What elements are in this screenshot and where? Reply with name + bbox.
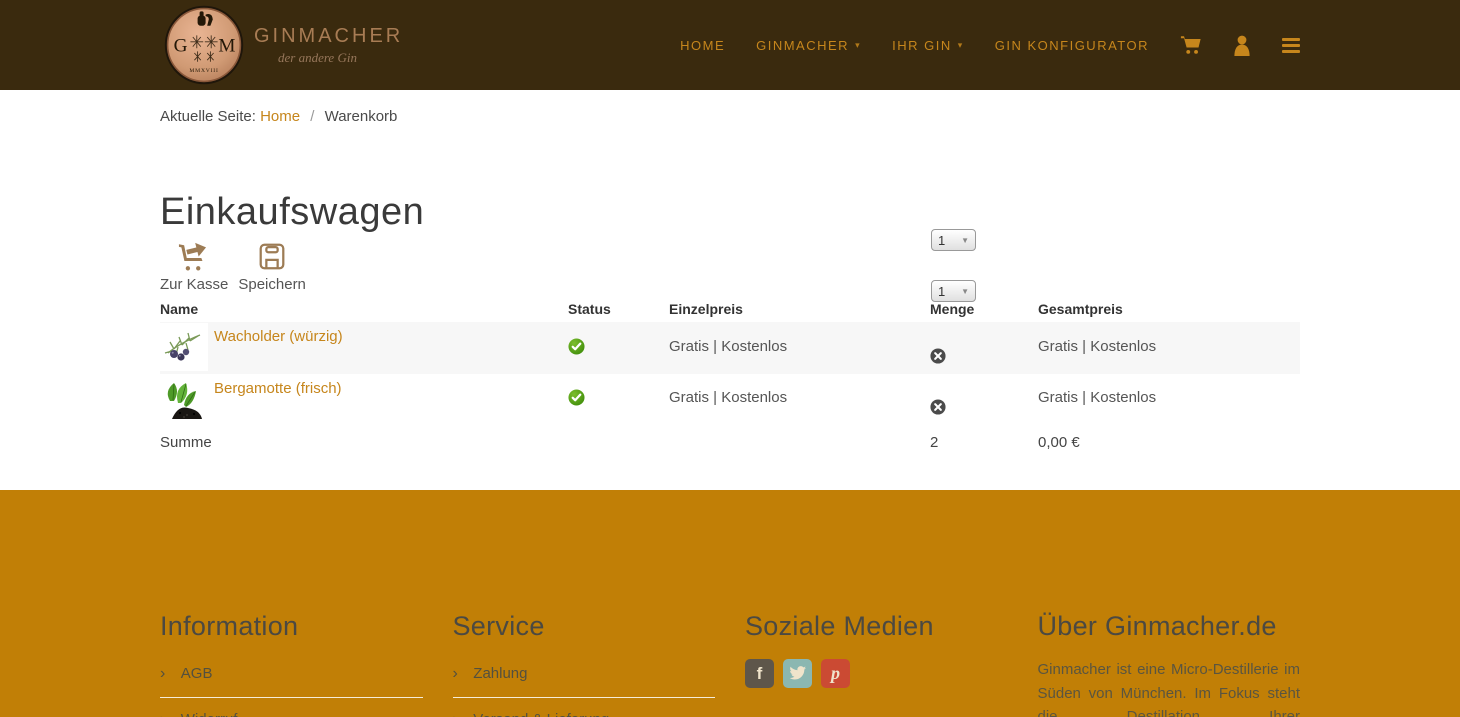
hamburger-menu-icon: [1282, 37, 1300, 53]
col-header-status: Status: [568, 301, 611, 317]
x-circle-icon: [930, 399, 946, 415]
col-header-total-price: Gesamtpreis: [1038, 301, 1123, 317]
site-header: G M MMXVIII GINMACHER der andere Gin HOM…: [0, 0, 1460, 90]
total-price: Gratis | Kostenlos: [1038, 389, 1157, 406]
nav-ginmacher[interactable]: GINMACHER ▾: [756, 38, 861, 53]
unit-price: Gratis | Kostenlos: [669, 389, 788, 406]
breadcrumb-home-link[interactable]: Home: [260, 108, 300, 125]
product-link-wacholder[interactable]: Wacholder (würzig): [214, 323, 343, 374]
footer-column-about: Über Ginmacher.de Ginmacher ist eine Mic…: [1038, 610, 1301, 717]
product-thumbnail-wacholder: [160, 323, 208, 371]
quantity-select-row-1[interactable]: 1 ▼: [931, 229, 976, 251]
chevron-down-icon: ▾: [957, 39, 964, 50]
save-label: Speichern: [238, 276, 306, 293]
user-account-button[interactable]: [1233, 35, 1251, 56]
nav-home[interactable]: HOME: [680, 38, 725, 53]
checkout-cart-icon: [179, 242, 207, 271]
breadcrumb-separator: /: [310, 108, 315, 125]
pinterest-icon: p: [831, 663, 840, 683]
summary-quantity: 2: [930, 434, 939, 451]
pinterest-button[interactable]: p: [821, 659, 850, 688]
save-cart-button[interactable]: Speichern: [238, 241, 306, 293]
select-arrow-icon: ▼: [961, 235, 969, 245]
footer-column-social: Soziale Medien f p Newsletter: [745, 610, 1008, 717]
main-content: Aktuelle Seite: Home / Warenkorb Einkauf…: [0, 90, 1460, 490]
footer-link-agb[interactable]: AGB: [181, 665, 213, 682]
brand-tagline: der andere Gin: [278, 49, 357, 65]
total-price: Gratis | Kostenlos: [1038, 338, 1157, 355]
chevron-right-icon: ›: [452, 665, 458, 682]
nav-gin-konfigurator[interactable]: GIN KONFIGURATOR: [995, 38, 1149, 53]
cart-button[interactable]: [1180, 34, 1202, 56]
page-title: Einkaufswagen: [160, 191, 425, 233]
list-item: › AGB: [160, 659, 423, 698]
status-ok-icon: [568, 389, 585, 406]
cart-table: Name Status Einzelpreis Menge Gesamtprei…: [160, 301, 1300, 451]
list-item: › Widerruf: [160, 698, 423, 717]
about-text: Ginmacher ist eine Micro-Destillerie im …: [1037, 661, 1301, 717]
menu-button[interactable]: [1282, 37, 1300, 53]
col-header-unit-price: Einzelpreis: [669, 301, 743, 317]
footer-link-widerruf[interactable]: Widerruf: [181, 711, 238, 717]
footer-heading-service: Service: [452, 611, 545, 641]
summary-label: Summe: [160, 434, 212, 451]
cart-row-bergamotte: Bergamotte (frisch) Gratis | Kostenlos G…: [160, 374, 1300, 424]
breadcrumb-prefix: Aktuelle Seite:: [160, 108, 256, 125]
list-item: › Zahlung: [452, 659, 715, 698]
facebook-button[interactable]: f: [745, 659, 774, 688]
status-ok-icon: [568, 338, 585, 355]
cart-summary-row: Summe 2 0,00 €: [160, 424, 1300, 451]
footer-column-service: Service › Zahlung › Versand & Lieferung: [452, 610, 716, 717]
product-link-bergamotte[interactable]: Bergamotte (frisch): [214, 375, 342, 424]
twitter-button[interactable]: [783, 659, 812, 688]
shopping-cart-icon: [1180, 36, 1201, 54]
medallion-year: MMXVIII: [189, 68, 218, 74]
checkout-label: Zur Kasse: [160, 276, 229, 293]
footer-link-zahlung[interactable]: Zahlung: [473, 665, 527, 682]
checkout-button[interactable]: Zur Kasse: [160, 241, 228, 293]
col-header-name: Name: [160, 301, 199, 317]
chevron-right-icon: ›: [453, 711, 458, 717]
cart-row-wacholder: Wacholder (würzig) Gratis | Kostenlos Gr…: [160, 322, 1300, 374]
save-icon: [259, 243, 285, 270]
chevron-right-icon: ›: [160, 711, 165, 717]
list-item: › Versand & Lieferung: [453, 698, 716, 717]
footer-column-information: Information › AGB › Widerruf: [160, 610, 423, 717]
twitter-bird-icon: [789, 666, 806, 680]
x-circle-icon: [930, 348, 946, 364]
breadcrumb: Aktuelle Seite: Home / Warenkorb: [160, 90, 1300, 125]
col-header-quantity: Menge: [930, 301, 975, 317]
monogram-m: M: [218, 35, 235, 56]
brand-name: GINMACHER: [254, 24, 404, 47]
nav-ihr-gin[interactable]: IHR GIN ▾: [892, 38, 964, 53]
main-nav: HOME GINMACHER ▾ IHR GIN ▾ GIN KONFIGURATO…: [680, 34, 1300, 56]
footer-link-versand[interactable]: Versand & Lieferung: [473, 711, 609, 717]
breadcrumb-current: Warenkorb: [324, 108, 398, 125]
quantity-select-row-2[interactable]: 1 ▼: [931, 280, 976, 302]
unit-price: Gratis | Kostenlos: [669, 338, 788, 355]
site-footer: Information › AGB › Widerruf Service › Z…: [0, 490, 1460, 717]
product-thumbnail-bergamotte: [160, 375, 208, 423]
user-icon: [1234, 35, 1250, 56]
summary-total: 0,00 €: [1038, 434, 1080, 451]
monogram-g: G: [174, 35, 188, 56]
ginmacher-medallion-icon: G M MMXVIII: [164, 5, 244, 85]
chevron-down-icon: ▾: [855, 39, 862, 50]
remove-item-button-wacholder[interactable]: [930, 348, 946, 367]
cart-toolbar: Zur Kasse Speichern: [160, 241, 1300, 293]
remove-item-button-bergamotte[interactable]: [930, 399, 946, 418]
select-arrow-icon: ▼: [961, 286, 969, 296]
logo[interactable]: G M MMXVIII GINMACHER der andere Gin: [164, 5, 403, 85]
footer-heading-information: Information: [160, 611, 299, 641]
facebook-icon: f: [756, 663, 763, 683]
footer-heading-about: Über Ginmacher.de: [1037, 611, 1277, 641]
footer-heading-social: Soziale Medien: [745, 611, 934, 641]
cart-table-wrap: 1 ▼ 1 ▼ Name Status Einzelpreis Menge Ge…: [160, 229, 1300, 451]
chevron-right-icon: ›: [160, 665, 166, 682]
